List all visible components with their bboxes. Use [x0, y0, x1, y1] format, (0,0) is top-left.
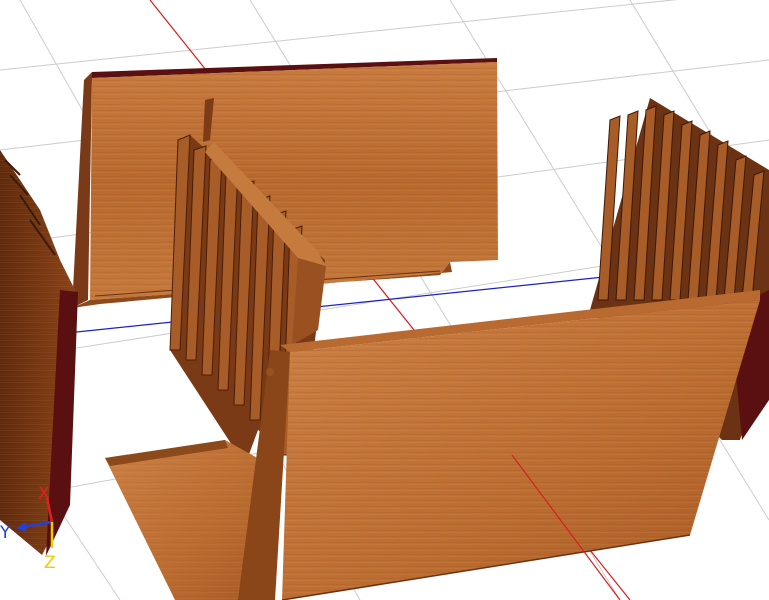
scene-canvas[interactable]: X Y Z	[0, 0, 769, 600]
3d-viewport[interactable]: X Y Z	[0, 0, 769, 600]
axis-label-y: Y	[0, 523, 11, 543]
front-panel[interactable]	[238, 290, 760, 600]
axis-label-x: X	[38, 484, 50, 504]
axis-label-z: Z	[44, 553, 56, 573]
